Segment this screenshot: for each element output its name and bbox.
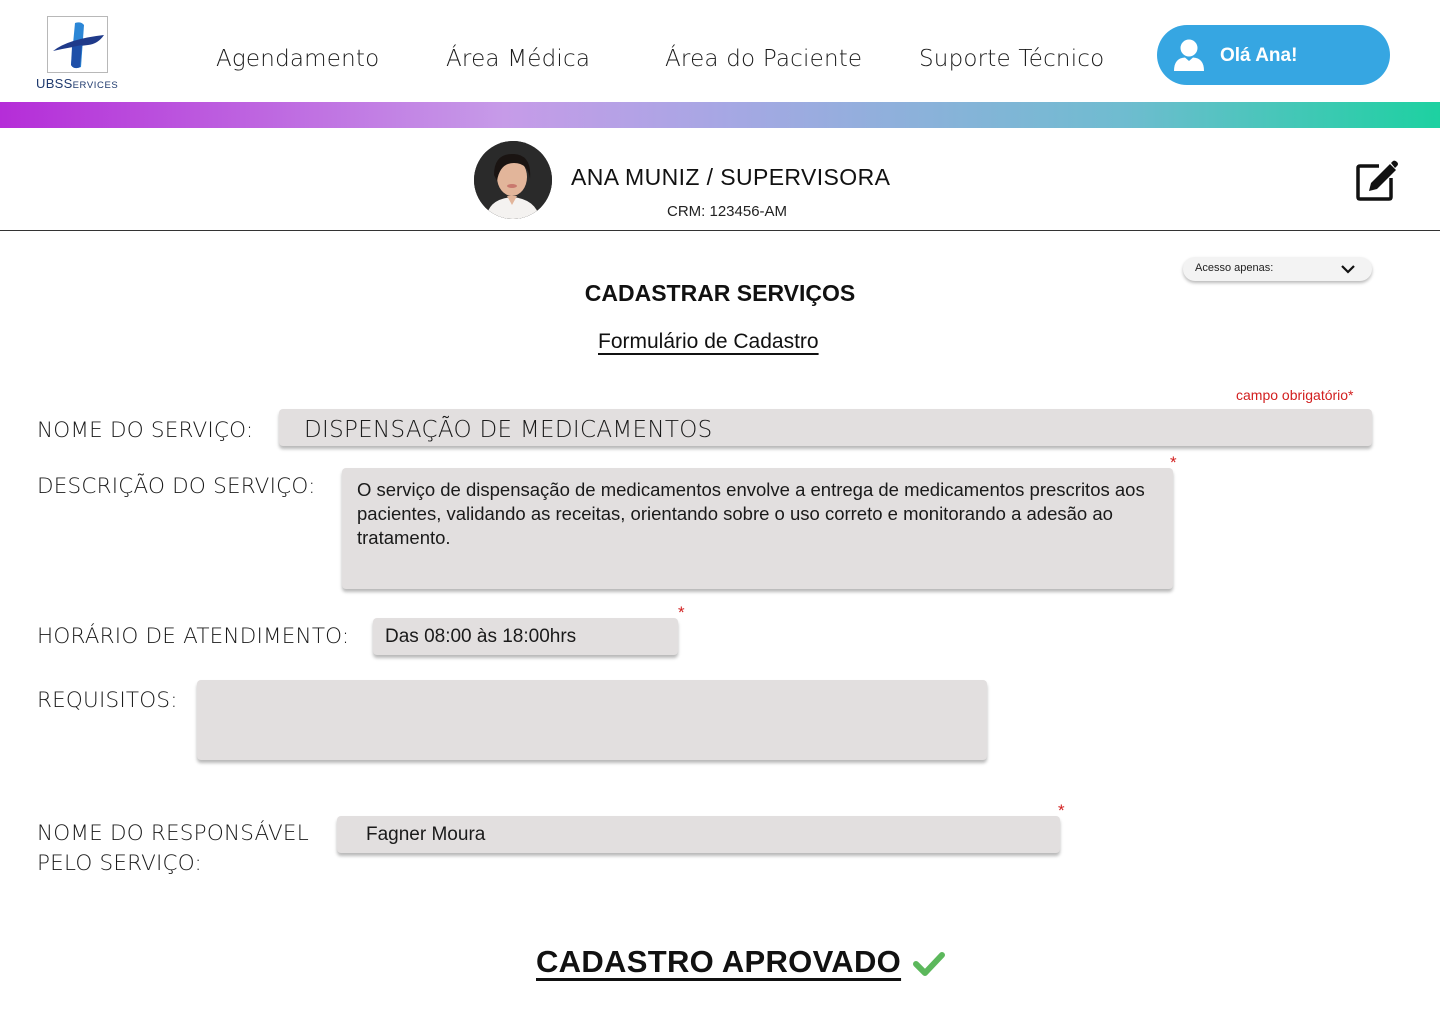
description-required-mark: *	[1170, 453, 1177, 472]
responsible-input[interactable]: Fagner Moura	[337, 816, 1060, 853]
responsible-label: NOME DO RESPONSÁVEL PELO SERVIÇO:	[37, 819, 309, 879]
hours-required-mark: *	[678, 603, 685, 622]
requirements-textarea[interactable]	[197, 680, 987, 760]
user-greeting-label: Olá Ana!	[1220, 45, 1298, 66]
required-field-note: campo obrigatório*	[1236, 387, 1354, 403]
nav-area-medica[interactable]: Área Médica	[446, 46, 590, 72]
edit-icon[interactable]	[1355, 158, 1399, 202]
profile-name: ANA MUNIZ / SUPERVISORA	[571, 164, 891, 190]
service-name-value: DISPENSAÇÃO DE MEDICAMENTOS	[304, 417, 713, 443]
access-dropdown-label: Acesso apenas:	[1195, 262, 1274, 274]
avatar	[474, 141, 552, 219]
service-name-input[interactable]: DISPENSAÇÃO DE MEDICAMENTOS	[279, 409, 1372, 446]
ubservices-logo[interactable]: UBSSERVICES	[36, 14, 122, 94]
access-dropdown[interactable]: Acesso apenas:	[1183, 257, 1372, 281]
header: UBSSERVICES Agendamento Área Médica Área…	[0, 0, 1440, 102]
hours-value: Das 08:00 às 18:00hrs	[385, 626, 577, 647]
nav-agendamento[interactable]: Agendamento	[216, 46, 379, 72]
requirements-label: REQUISITOS:	[37, 688, 178, 713]
chevron-down-icon	[1341, 265, 1355, 274]
page-title: CADASTRAR SERVIÇOS	[584, 280, 856, 306]
hours-label: HORÁRIO DE ATENDIMENTO:	[37, 624, 350, 649]
user-greeting-button[interactable]: Olá Ana!	[1157, 25, 1390, 85]
responsible-label-line2: PELO SERVIÇO:	[37, 851, 202, 876]
hours-input[interactable]: Das 08:00 às 18:00hrs	[373, 618, 678, 655]
nav-area-do-paciente[interactable]: Área do Paciente	[665, 46, 862, 72]
logo-cross-icon	[47, 16, 108, 73]
profile-strip: ANA MUNIZ / SUPERVISORA CRM: 123456-AM	[0, 128, 1440, 231]
approval-status-label: CADASTRO APROVADO	[536, 944, 902, 979]
form-subtitle-link[interactable]: Formulário de Cadastro	[598, 330, 819, 354]
service-name-label: NOME DO SERVIÇO:	[37, 418, 254, 443]
logo-text: UBSSERVICES	[36, 76, 119, 91]
description-textarea[interactable]: O serviço de dispensação de medicamentos…	[342, 468, 1173, 589]
responsible-required-mark: *	[1058, 801, 1065, 820]
responsible-label-line1: NOME DO RESPONSÁVEL	[37, 821, 309, 846]
description-value: O serviço de dispensação de medicamentos…	[357, 479, 1145, 548]
check-icon	[913, 952, 945, 976]
profile-crm: CRM: 123456-AM	[667, 203, 788, 220]
gradient-divider	[0, 102, 1440, 128]
user-icon	[1174, 39, 1204, 71]
responsible-value: Fagner Moura	[366, 824, 486, 845]
description-label: DESCRIÇÃO DO SERVIÇO:	[37, 474, 316, 499]
nav-suporte-tecnico[interactable]: Suporte Técnico	[919, 46, 1104, 72]
